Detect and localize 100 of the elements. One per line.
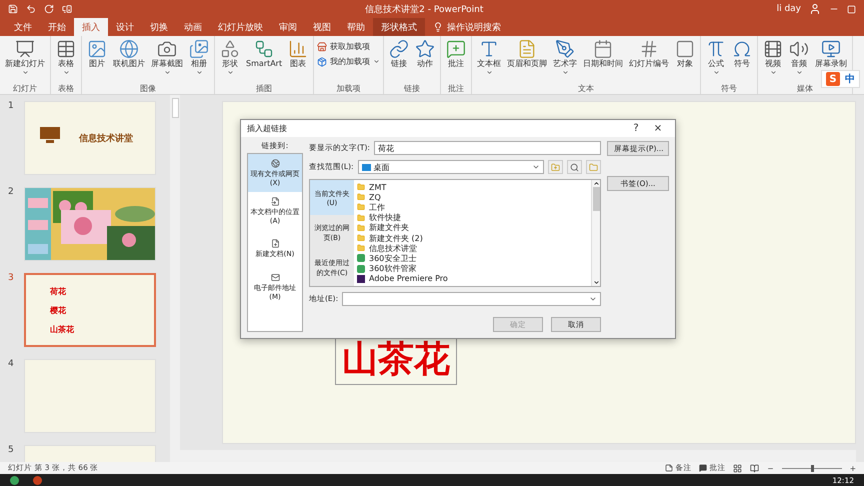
file-item[interactable]: 工作: [357, 202, 588, 213]
ribbon-button[interactable]: 表格: [54, 38, 78, 77]
ribbon-button[interactable]: 文本框: [475, 38, 504, 77]
ribbon-button[interactable]: 对象: [673, 38, 698, 70]
ribbon-button[interactable]: 联机图片: [111, 38, 147, 70]
slideshow-icon[interactable]: [62, 4, 72, 14]
file-item[interactable]: 360软件管家: [357, 264, 588, 274]
ribbon-tab[interactable]: 文件: [6, 18, 40, 36]
redo-icon[interactable]: [44, 4, 54, 14]
slide-thumbnail[interactable]: [24, 359, 156, 433]
caret-icon: [486, 69, 493, 76]
grid-view-icon[interactable]: [733, 464, 742, 472]
bar-chart-icon: [288, 39, 308, 59]
text-box-icon: [479, 39, 500, 59]
ribbon-tab[interactable]: 审阅: [271, 18, 305, 36]
ribbon-button[interactable]: 动作: [413, 38, 438, 70]
ribbon-button[interactable]: 批注: [444, 38, 468, 70]
ribbon-tab[interactable]: 开始: [40, 18, 74, 36]
caret-icon: [589, 295, 597, 303]
ribbon-tab[interactable]: 动画: [176, 18, 210, 36]
store-icon: [317, 42, 328, 52]
ribbon-button[interactable]: 链接: [387, 38, 412, 70]
computer-icon: [39, 126, 61, 144]
caret-icon: [562, 69, 569, 76]
ribbon-button[interactable]: 日期和时间: [581, 38, 626, 70]
ribbon-tab[interactable]: 切换: [142, 18, 176, 36]
ribbon-button[interactable]: 获取加载项: [317, 41, 380, 52]
user-name: li day: [776, 4, 801, 14]
slide-number: 2: [8, 187, 15, 199]
slide-thumbnail[interactable]: 信息技术讲堂: [24, 101, 156, 175]
address-field[interactable]: [342, 292, 601, 306]
tell-me-search[interactable]: 操作说明搜索: [425, 18, 501, 36]
ribbon-button[interactable]: 屏幕截图: [149, 38, 185, 77]
file-item[interactable]: ZQ: [357, 192, 588, 202]
folder-icon: [357, 224, 365, 232]
caret-icon: [22, 69, 28, 76]
ribbon-button[interactable]: 相册: [187, 38, 211, 77]
file-item[interactable]: 360安全卫士: [357, 253, 588, 264]
file-item[interactable]: 新建文件夹 (2): [357, 232, 588, 244]
avatar-icon[interactable]: [809, 3, 821, 15]
display-text-field[interactable]: 荷花: [374, 141, 601, 155]
scrollbar[interactable]: [170, 95, 180, 462]
caret-icon: [226, 69, 234, 76]
app-icon[interactable]: [33, 476, 42, 484]
ribbon-button[interactable]: 公式: [704, 38, 728, 77]
restore-icon[interactable]: [847, 4, 856, 14]
close-button[interactable]: ×: [647, 123, 669, 134]
ribbon-button[interactable]: 新建幻灯片: [3, 38, 47, 77]
ribbon-button[interactable]: 视频: [761, 38, 786, 77]
group-label: 插图: [255, 83, 274, 94]
ribbon-button[interactable]: 页眉和页脚: [505, 38, 550, 70]
file-item[interactable]: 新建文件夹: [357, 222, 588, 233]
group-label: 幻灯片: [12, 83, 38, 94]
pen-icon: [555, 39, 576, 59]
speaker-icon: [789, 39, 810, 59]
ribbon-button[interactable]: 符号: [730, 38, 754, 70]
look-in-dropdown[interactable]: 桌面: [358, 160, 544, 174]
slide-title: 信息技术讲堂: [79, 132, 134, 144]
ime-mode[interactable]: 中: [845, 72, 855, 86]
reading-view-icon[interactable]: [750, 464, 760, 472]
ribbon-tab[interactable]: 插入: [74, 18, 108, 36]
help-button[interactable]: ?: [625, 123, 647, 134]
file-item[interactable]: ZMT: [357, 182, 588, 192]
folder-icon: [589, 162, 598, 172]
ribbon-tab[interactable]: 形状格式: [373, 18, 425, 36]
ribbon-button[interactable]: 图片: [85, 38, 109, 70]
caret-icon: [196, 69, 202, 76]
group-label: 媒体: [796, 83, 814, 94]
ribbon-tab[interactable]: 帮助: [339, 18, 373, 36]
globe-icon: [119, 39, 139, 59]
undo-icon[interactable]: [26, 4, 36, 14]
ribbon-button[interactable]: SmartArt: [244, 38, 284, 70]
desktop-icon: [362, 164, 371, 170]
file-item[interactable]: Adobe Premiere Pro: [357, 274, 588, 284]
ribbon-button[interactable]: 幻灯片编号: [627, 38, 672, 70]
scroll-down-icon[interactable]: [592, 279, 600, 286]
scroll-up-icon[interactable]: [592, 180, 600, 187]
app-icon[interactable]: [10, 476, 19, 484]
slide-text: 荷花: [50, 286, 67, 296]
ribbon-tab[interactable]: 幻灯片放映: [210, 18, 271, 36]
lightbulb-icon: [433, 22, 443, 32]
film-icon: [763, 39, 784, 59]
file-item[interactable]: 信息技术讲堂: [357, 243, 588, 254]
scrollbar[interactable]: [591, 180, 600, 286]
ribbon-button[interactable]: 图表: [286, 38, 310, 70]
zoom-thumb[interactable]: [810, 464, 814, 472]
search-button[interactable]: [567, 160, 582, 174]
file-item[interactable]: 软件快捷: [357, 212, 588, 223]
save-icon[interactable]: [8, 4, 18, 14]
link-icon: [389, 39, 410, 59]
slide-text: 樱花: [50, 304, 67, 316]
ribbon-button[interactable]: 音频: [787, 38, 812, 77]
ribbon-tab[interactable]: 视图: [305, 18, 339, 36]
ribbon-tab[interactable]: 设计: [108, 18, 142, 36]
slide-thumbnail[interactable]: 荷花 樱花 山茶花: [24, 273, 156, 347]
ribbon-button[interactable]: 屏幕录制: [813, 38, 850, 70]
folder-icon: [357, 244, 365, 252]
ribbon-button[interactable]: 艺术字: [551, 38, 580, 77]
ribbon-button[interactable]: 我的加载项: [317, 56, 380, 67]
ribbon-button[interactable]: 形状: [218, 38, 242, 77]
